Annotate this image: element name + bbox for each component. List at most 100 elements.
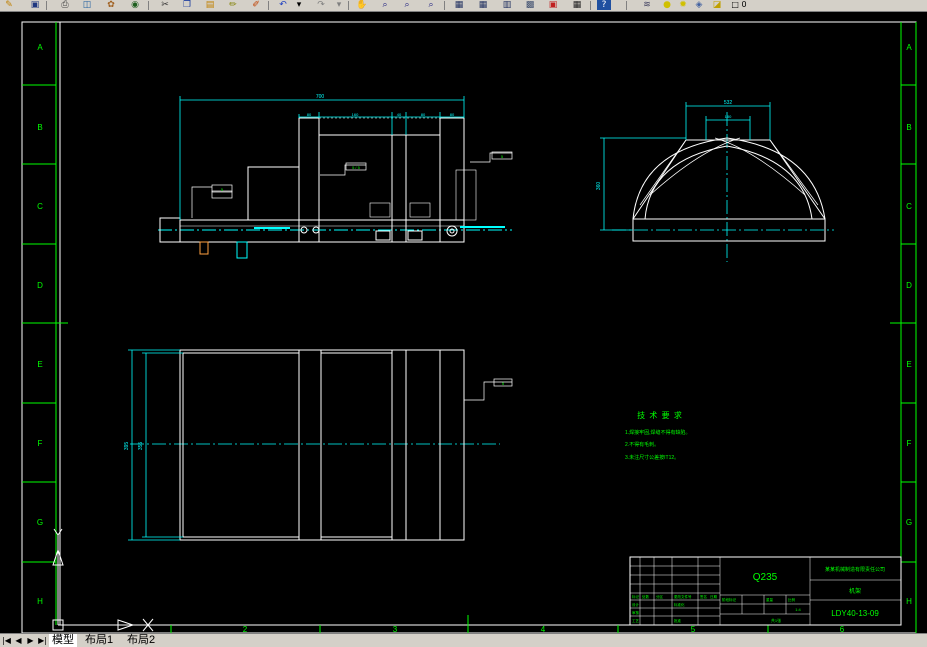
tb-label: 设计 [632,602,640,607]
tab-next-button[interactable]: ▶ [25,635,36,646]
zone-label-row: F [907,439,912,448]
properties-icon[interactable]: ▦ [452,0,466,10]
zone-label-row: C [906,202,912,211]
zone-label-row: E [906,360,911,369]
dim-front-seg5: 80 [450,112,455,117]
layer-sun-icon[interactable]: ✹ [676,0,690,10]
tb-label: 重量 [766,597,774,602]
paste-icon[interactable]: ▤ [203,0,217,10]
tab-prev-button[interactable]: ◀ [13,635,24,646]
zone-label-col: 6 [840,625,845,633]
layout-tab-bar: |◀ ◀ ▶ ▶| 模型 布局1 布局2 [0,633,927,647]
markup-icon[interactable]: ▣ [546,0,560,10]
model-space-canvas[interactable]: A B C D E F G H A B C D E F G H 2 3 4 5 … [0,11,927,634]
zone-labels-right: A B C D E F G H [906,43,912,606]
layer-color-icon[interactable]: ◪ [710,0,724,10]
sheet-set-icon[interactable]: ▩ [523,0,537,10]
ucs-icon [52,528,154,632]
tool-palette-icon[interactable]: ▥ [500,0,514,10]
zone-label-col: 4 [541,625,546,633]
side-view: 532 180 360 [596,100,834,262]
dim-side-top-inner: 180 [725,114,732,119]
tab-layout2[interactable]: 布局2 [124,634,158,647]
help-icon[interactable]: ? [597,0,611,10]
technical-requirements: 技 术 要 求 1.焊接牢固,焊缝不得有缺陷。 2.不得有毛刺。 3.未注尺寸公… [625,410,691,461]
zone-label-row: G [906,518,912,527]
save-icon[interactable]: ▣ [28,0,42,10]
bracket-block [247,166,300,221]
dim-front-total: 700 [316,94,325,100]
undo-icon[interactable]: ↶ [276,0,290,10]
title-drawing-number: LDY40-13-09 [831,609,879,618]
plan-view: 395 355 5 [124,349,513,541]
title-company: 某某机械制造有限责任公司 [825,566,885,573]
match-properties-icon[interactable]: ✏ [226,0,240,10]
toolbar-separator [348,1,349,10]
3d-dwf-icon[interactable]: ◉ [128,0,142,10]
dim-front-seg2: 160 [352,112,359,117]
dim-plan-left-inner: 355 [138,442,144,451]
zoom-realtime-icon[interactable]: ⌕ [378,0,392,10]
toolbar-separator [444,1,445,10]
cut-icon[interactable]: ✂ [158,0,172,10]
zone-label-row: C [37,202,43,211]
dim-plan-left-outer: 395 [124,442,130,451]
tab-last-button[interactable]: ▶| [37,635,48,646]
tb-label: 批准 [674,618,682,623]
toolbar-separator [268,1,269,10]
layer-manager-icon[interactable]: ≋ [640,0,654,10]
tb-label: 审核 [632,610,640,615]
tb-label: 阶段标记 [722,597,736,602]
inner-border [59,21,902,626]
zoom-previous-icon[interactable]: ⌕ [424,0,438,10]
zone-label-col: 3 [393,625,398,633]
design-center-icon[interactable]: ▦ [476,0,490,10]
print-icon[interactable]: ⎙ [58,0,72,10]
zoom-window-icon[interactable]: ⌕ [400,0,414,10]
tab-layout1[interactable]: 布局1 [82,634,116,647]
drawing-sheet: A B C D E F G H A B C D E F G H 2 3 4 5 … [21,21,917,634]
title-scale: 1:4 [795,607,801,612]
zone-label-col: 5 [691,625,696,633]
outer-border [21,21,917,634]
dim-front-seg3: 40 [397,112,402,117]
zone-label-row: H [37,597,43,606]
tech-req-item: 2.不得有毛刺。 [625,441,659,448]
tb-label: 签名 [700,594,707,599]
dim-front-seg4: 80 [421,112,426,117]
copy-icon[interactable]: ❐ [180,0,194,10]
dim-side-height: 360 [596,182,602,191]
zone-label-row: A [906,43,912,52]
zone-label-row: F [38,439,43,448]
publish-icon[interactable]: ✿ [104,0,118,10]
tb-label: 比例 [788,597,796,602]
tech-req-title: 技 术 要 求 [637,410,683,420]
zone-labels-left: A B C D E F G H [37,43,43,606]
plot-preview-icon[interactable]: ◫ [80,0,94,10]
tab-first-button[interactable]: |◀ [1,635,12,646]
zone-label-row: A [37,43,43,52]
toolbar-separator [46,1,47,10]
pan-icon[interactable]: ✋ [355,0,369,10]
layer-lock-icon[interactable]: ◈ [692,0,706,10]
layer-bulb-icon[interactable]: ● [660,0,674,10]
zone-label-row: B [37,123,42,132]
pointer-icon[interactable]: ✎ [2,0,16,10]
tb-label: 标记 [632,594,640,599]
dim-side-top-outer: 532 [724,100,733,106]
redo-icon[interactable]: ↷ [314,0,328,10]
front-view: 700 80 160 40 80 80 5 / 5 5 5 [158,94,513,259]
toolbar-separator [626,1,627,10]
zone-label-row: B [906,123,911,132]
undo-dropdown-icon[interactable]: ▾ [292,0,306,10]
tech-req-item: 3.未注尺寸公差按IT12。 [625,454,679,461]
toolbar-separator [148,1,149,10]
tb-label: 工艺 [632,618,640,623]
zone-label-row: D [37,281,43,290]
redo-dropdown-icon[interactable]: ▾ [332,0,346,10]
block-editor-icon[interactable]: ✐ [249,0,263,10]
layer-name-dropdown[interactable]: □ 0 [726,0,752,10]
calculator-icon[interactable]: ▦ [570,0,584,10]
toolbar-separator [590,1,591,10]
tab-model[interactable]: 模型 [49,634,77,647]
